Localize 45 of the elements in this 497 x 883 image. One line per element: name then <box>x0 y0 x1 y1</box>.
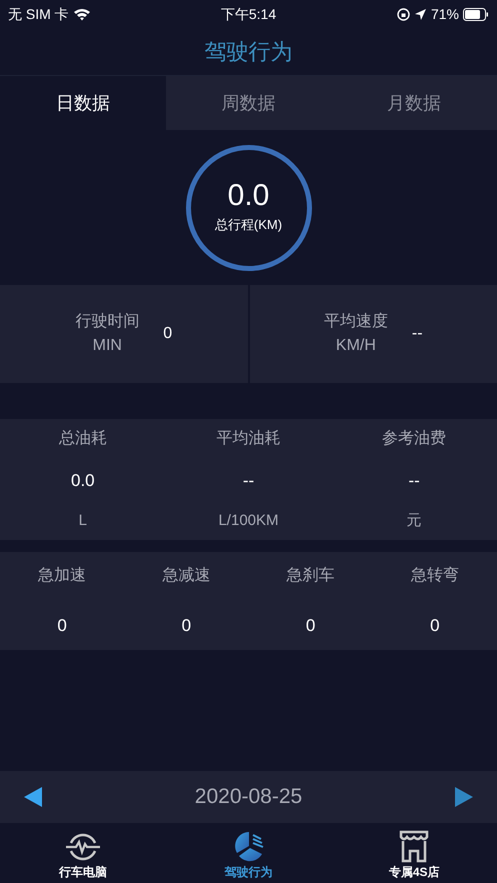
event-count: 0 <box>306 614 316 636</box>
bottom-tab[interactable]: 驾驶行为 <box>166 823 332 883</box>
previous-day-button[interactable] <box>24 787 42 807</box>
right-triangle-icon <box>454 787 473 807</box>
fuel-label: 总油耗 <box>58 428 107 449</box>
stat-label: 行驶时间 <box>75 312 140 332</box>
bottom-tab[interactable]: 专属4S店 <box>331 823 497 883</box>
event-label: 急转弯 <box>410 566 459 586</box>
stat-label: 平均速度 <box>324 312 388 332</box>
event-label: 急刹车 <box>286 566 335 586</box>
storefront-icon <box>397 829 432 863</box>
event-label: 急加速 <box>38 566 86 586</box>
stat-value: -- <box>412 324 423 344</box>
battery-percent: 71% <box>430 4 459 24</box>
battery-icon <box>463 8 489 20</box>
bottom-tab[interactable]: 行车电脑 <box>0 823 166 883</box>
fuel-value: -- <box>408 470 420 492</box>
fuel-unit: L <box>78 510 87 530</box>
heartbeat-icon <box>64 831 101 863</box>
event-count: 0 <box>430 614 440 636</box>
fuel-unit: 元 <box>406 510 422 530</box>
event-count: 0 <box>182 614 192 636</box>
period-tab[interactable]: 周数据 <box>166 76 332 130</box>
page-title: 驾驶行为 <box>204 38 292 66</box>
stat-unit: MIN <box>92 336 122 356</box>
fuel-value: 0.0 <box>71 470 95 492</box>
left-triangle-icon <box>24 787 42 807</box>
event-label: 急减速 <box>162 566 210 586</box>
date-text: 2020-08-25 <box>194 784 302 810</box>
clock-text: 下午5:14 <box>220 4 276 24</box>
next-day-button[interactable] <box>454 787 473 807</box>
fuel-label: 平均油耗 <box>216 428 280 449</box>
wifi-icon <box>72 8 91 20</box>
fuel-value: -- <box>242 470 254 492</box>
total-value: 0.0 <box>228 180 270 211</box>
fuel-unit: L/100KM <box>218 510 279 530</box>
period-tab[interactable]: 月数据 <box>331 76 497 130</box>
total-label: 总行程(KM) <box>214 216 282 234</box>
fuel-label: 参考油费 <box>382 428 446 449</box>
event-count: 0 <box>57 614 67 636</box>
location-arrow-icon <box>414 8 427 20</box>
carrier-text: 无 SIM 卡 <box>8 4 69 24</box>
stat-value: 0 <box>163 324 172 344</box>
rotation-lock-icon <box>396 8 410 20</box>
stat-unit: KM/H <box>336 336 376 356</box>
